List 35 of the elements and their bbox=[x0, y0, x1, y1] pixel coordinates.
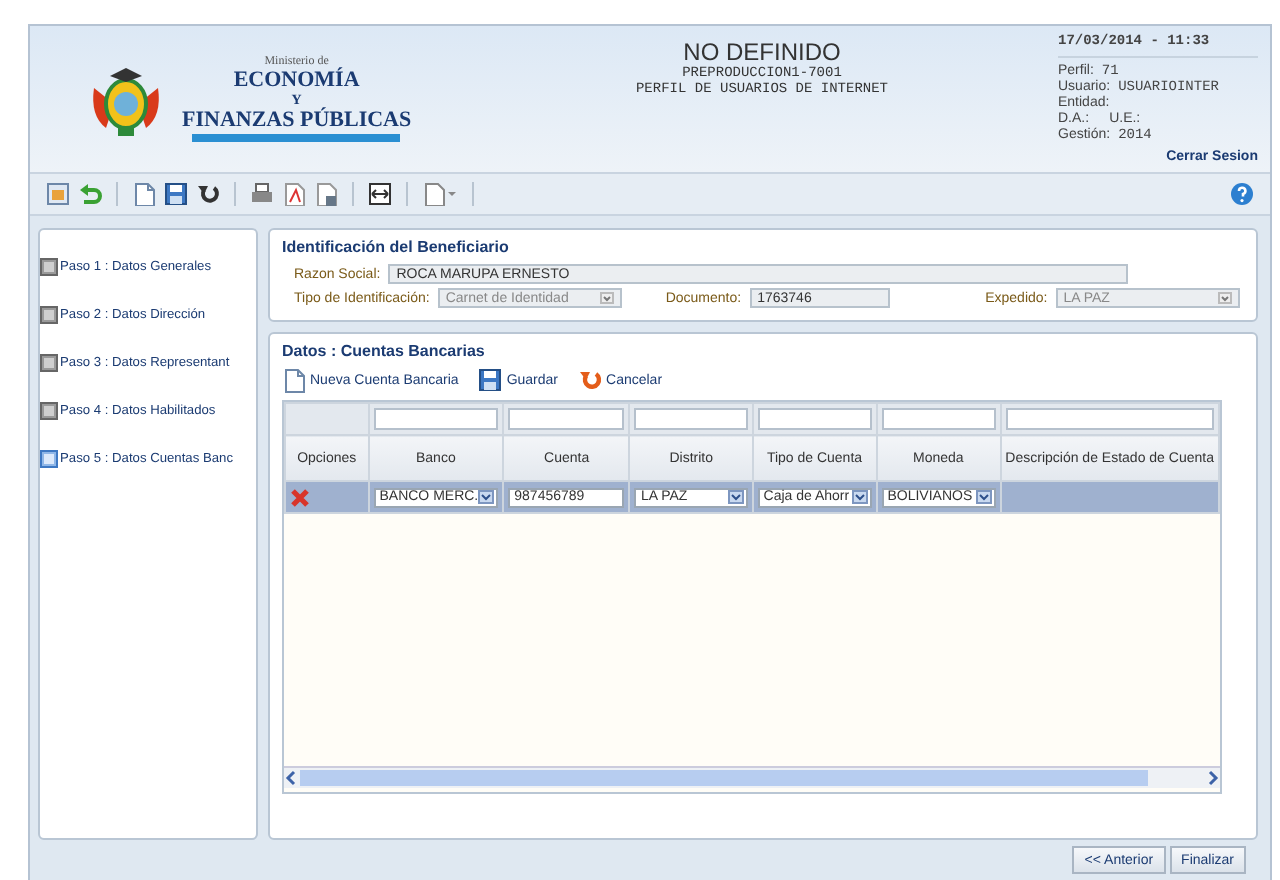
new-document-icon bbox=[282, 368, 306, 394]
export-icon[interactable] bbox=[314, 182, 338, 206]
page-menu-icon[interactable] bbox=[422, 182, 458, 206]
document-icon[interactable] bbox=[132, 182, 156, 206]
dropdown-arrow-icon bbox=[975, 490, 992, 504]
filter-field[interactable] bbox=[634, 408, 748, 430]
help-icon[interactable] bbox=[1230, 182, 1254, 206]
filter-field[interactable] bbox=[757, 408, 872, 430]
undo-icon bbox=[578, 368, 603, 394]
undo-icon[interactable] bbox=[78, 182, 102, 206]
delete-icon[interactable] bbox=[290, 487, 310, 507]
filter-field[interactable] bbox=[373, 408, 499, 430]
section-title: Identificación del Beneficiario bbox=[282, 238, 511, 256]
fit-width-icon[interactable] bbox=[368, 182, 392, 206]
page-title: NO DEFINIDO bbox=[683, 38, 841, 66]
image-icon[interactable] bbox=[46, 182, 70, 206]
scroll-right-icon bbox=[1204, 770, 1220, 786]
save-icon[interactable] bbox=[164, 182, 188, 206]
ministry-name: FINANZAS PÚBLICAS bbox=[182, 108, 412, 132]
filter-field[interactable] bbox=[1005, 408, 1214, 430]
dropdown-arrow-icon bbox=[851, 490, 868, 504]
save-icon bbox=[478, 368, 503, 394]
dropdown-arrow-icon bbox=[599, 292, 614, 304]
pdf-icon[interactable] bbox=[282, 182, 306, 206]
dropdown-arrow-icon bbox=[1217, 292, 1232, 304]
refresh-icon[interactable] bbox=[196, 182, 220, 206]
section-title: Datos : Cuentas Bancarias bbox=[282, 342, 487, 360]
horizontal-scrollbar[interactable] bbox=[284, 766, 1220, 788]
dropdown-arrow-icon bbox=[478, 490, 495, 504]
filter-field[interactable] bbox=[508, 408, 625, 430]
scroll-left-icon bbox=[284, 770, 300, 786]
print-icon[interactable] bbox=[250, 182, 274, 206]
dropdown-arrow-icon bbox=[727, 490, 744, 504]
ministry-name: ECONOMÍA bbox=[233, 68, 360, 92]
filter-field[interactable] bbox=[881, 408, 996, 430]
